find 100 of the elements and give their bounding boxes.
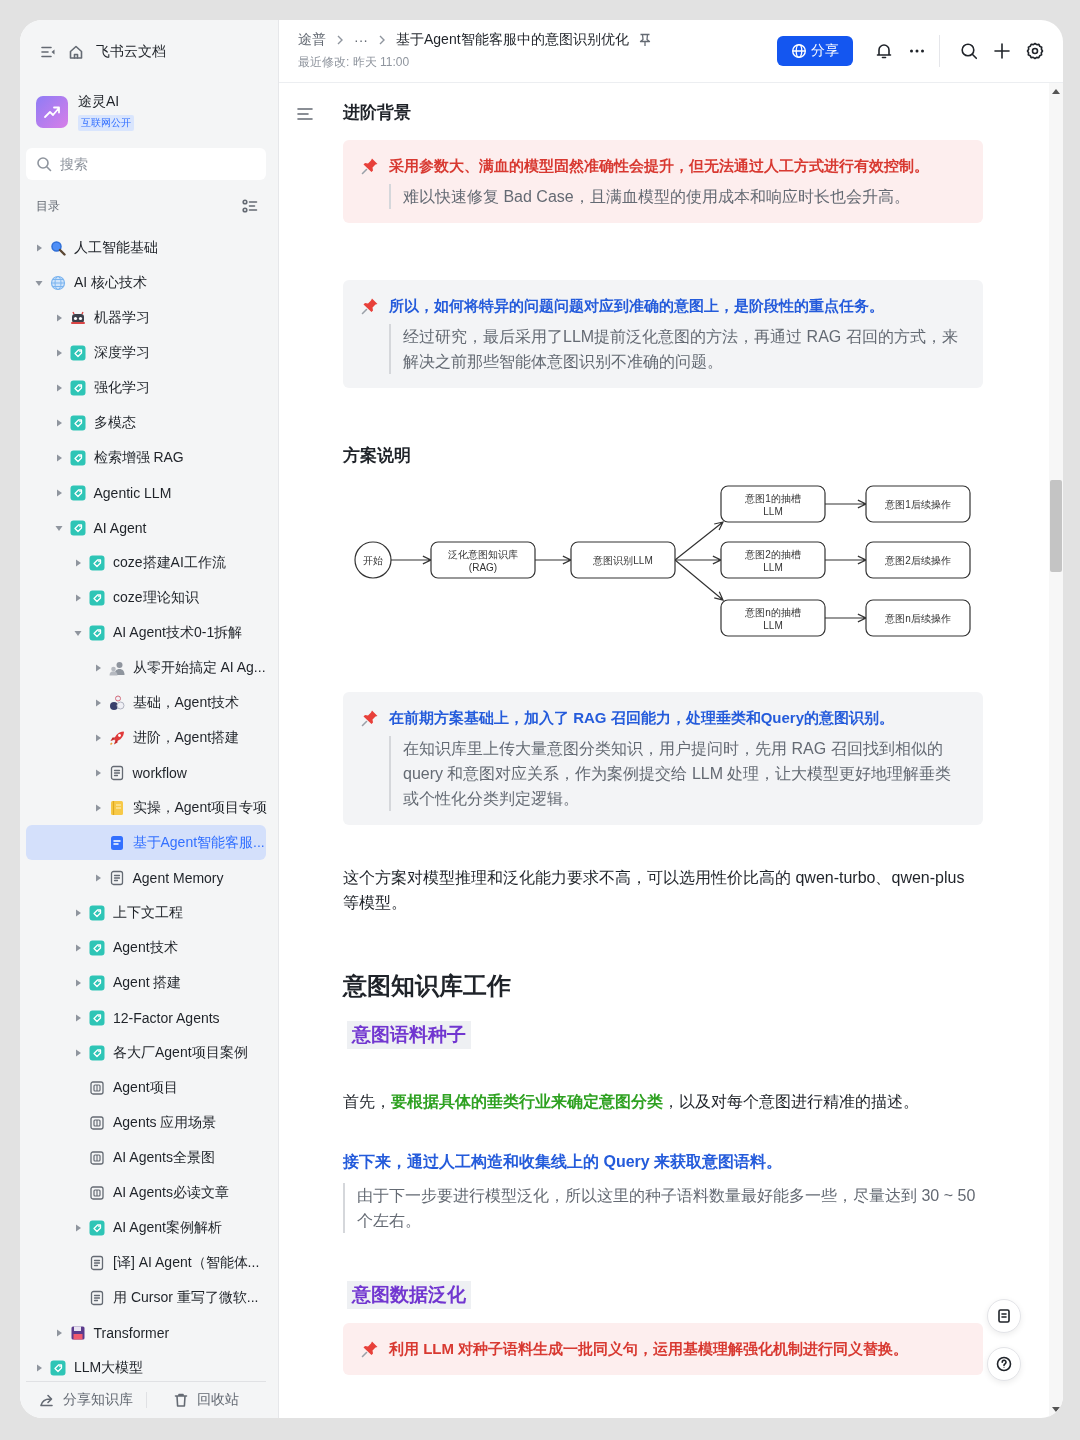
outline-icon[interactable] — [296, 105, 314, 123]
tree-item[interactable]: 各大厂Agent项目案例 — [26, 1035, 266, 1070]
tree-item[interactable]: 检索增强 RAG — [26, 440, 266, 475]
expand-arrow-icon[interactable] — [74, 943, 82, 952]
tree-item[interactable]: Agent项目 — [26, 1070, 266, 1105]
diagram-node: 意图1后续操作 — [865, 485, 971, 523]
expand-arrow-icon[interactable] — [74, 908, 82, 917]
tree-item[interactable]: coze搭建AI工作流 — [26, 545, 266, 580]
tree-item[interactable]: 强化学习 — [26, 370, 266, 405]
scroll-thumb[interactable] — [1050, 480, 1062, 572]
tree-item[interactable]: AI Agents全景图 — [26, 1140, 266, 1175]
toc-label: 目录 — [36, 197, 60, 215]
expand-arrow-icon[interactable] — [54, 383, 63, 392]
tree-item[interactable]: [译] AI Agent（智能体... — [26, 1245, 266, 1280]
tree-item[interactable]: 从零开始搞定 AI Ag... — [26, 650, 266, 685]
expand-arrow-icon[interactable] — [35, 243, 43, 252]
help-button[interactable] — [987, 1347, 1021, 1381]
expand-arrow-icon[interactable] — [54, 1328, 63, 1337]
tree-item[interactable]: workflow — [26, 755, 266, 790]
notebook-icon — [108, 799, 125, 816]
tree-item[interactable]: Agent 搭建 — [26, 965, 266, 1000]
scroll-down-arrow-icon[interactable] — [1052, 1407, 1060, 1412]
tree-item[interactable]: LLM大模型 — [26, 1350, 266, 1381]
tag-icon — [89, 1044, 105, 1061]
board-icon — [89, 1149, 105, 1166]
document-button[interactable] — [987, 1299, 1021, 1333]
breadcrumb-link[interactable]: ··· — [354, 32, 368, 48]
tree-item[interactable]: 机器学习 — [26, 300, 266, 335]
home-icon[interactable] — [68, 44, 84, 60]
search-field[interactable]: 搜索 — [26, 148, 266, 180]
share-icon — [38, 1392, 55, 1408]
app-title[interactable]: 飞书云文档 — [96, 43, 166, 61]
magnifier-icon — [50, 239, 66, 256]
expand-arrow-icon[interactable] — [54, 348, 63, 357]
tree-item[interactable]: Agents 应用场景 — [26, 1105, 266, 1140]
expand-arrow-icon[interactable] — [93, 733, 102, 742]
document-icon — [108, 764, 125, 781]
tree-item[interactable]: 进阶，Agent搭建 — [26, 720, 266, 755]
tree-item[interactable]: Agent技术 — [26, 930, 266, 965]
scrollbar[interactable] — [1049, 83, 1063, 1418]
tree-item[interactable]: 多模态 — [26, 405, 266, 440]
pin-icon[interactable] — [638, 33, 651, 47]
tree-item[interactable]: 上下文工程 — [26, 895, 266, 930]
collapse-sidebar-icon[interactable] — [40, 44, 56, 60]
tree-item[interactable]: AI Agent技术0-1拆解 — [26, 615, 266, 650]
bell-icon[interactable] — [874, 42, 893, 60]
pushpin-icon — [361, 157, 379, 175]
search-icon[interactable] — [959, 42, 978, 60]
tree-item[interactable]: 基础，Agent技术 — [26, 685, 266, 720]
tree-item[interactable]: Agentic LLM — [26, 475, 266, 510]
tree-item[interactable]: Transformer — [26, 1315, 266, 1350]
scroll-up-arrow-icon[interactable] — [1052, 89, 1060, 94]
tree-item[interactable]: AI Agent — [26, 510, 266, 545]
tree-item[interactable]: 实操，Agent项目专项 — [26, 790, 266, 825]
section-heading: 进阶背景 — [343, 103, 412, 123]
expand-arrow-icon[interactable] — [93, 768, 102, 777]
plus-icon[interactable] — [992, 42, 1011, 60]
expand-arrow-icon[interactable] — [93, 873, 102, 882]
tree-item[interactable]: AI Agents必读文章 — [26, 1175, 266, 1210]
settings-icon[interactable] — [1025, 42, 1044, 60]
expand-arrow-icon[interactable] — [54, 488, 63, 497]
expand-arrow-icon[interactable] — [54, 313, 63, 322]
breadcrumb-link[interactable]: 途普 — [298, 31, 326, 49]
last-modified: 最近修改: 昨天 11:00 — [298, 54, 411, 71]
share-button[interactable]: 分享 — [777, 36, 853, 66]
expand-arrow-icon[interactable] — [74, 978, 82, 987]
expand-arrow-icon[interactable] — [74, 593, 82, 602]
tree-item[interactable]: coze理论知识 — [26, 580, 266, 615]
tree-item[interactable]: 人工智能基础 — [26, 230, 266, 265]
expand-arrow-icon[interactable] — [35, 1363, 43, 1372]
highlighted-heading: 意图数据泛化 — [347, 1281, 471, 1309]
expand-arrow-icon[interactable] — [74, 558, 82, 567]
tree-item[interactable]: 12-Factor Agents — [26, 1000, 266, 1035]
tree-item[interactable]: AI Agent案例解析 — [26, 1210, 266, 1245]
callout-text: 在知识库里上传大量意图分类知识，用户提问时，先用 RAG 召回找到相似的 query 和意图对应关系，作为案例提交给 LLM 处理，让大模型更好地理解垂类或个性化分类判定逻辑。 — [389, 736, 963, 811]
robot-icon — [69, 309, 86, 326]
diagram-node: 意图2的抽槽 LLM — [720, 541, 826, 579]
expand-arrow-icon[interactable] — [35, 278, 43, 287]
tree-item[interactable]: Agent Memory — [26, 860, 266, 895]
diagram-node: 意图1的抽槽 LLM — [720, 485, 826, 523]
expand-arrow-icon[interactable] — [74, 1013, 82, 1022]
tree-item[interactable]: AI 核心技术 — [26, 265, 266, 300]
tree-item[interactable]: 用 Cursor 重写了微软... — [26, 1280, 266, 1315]
tree-item[interactable]: 深度学习 — [26, 335, 266, 370]
share-space-button[interactable]: 分享知识库 — [26, 1385, 146, 1415]
expand-arrow-icon[interactable] — [93, 663, 102, 672]
expand-arrow-icon[interactable] — [54, 523, 63, 532]
expand-arrow-icon[interactable] — [54, 453, 63, 462]
globe-icon — [50, 274, 66, 291]
expand-arrow-icon[interactable] — [74, 628, 82, 637]
tag-icon — [69, 344, 86, 361]
trash-button[interactable]: 回收站 — [146, 1385, 266, 1415]
expand-arrow-icon[interactable] — [93, 803, 102, 812]
list-icon[interactable] — [242, 198, 258, 214]
diagram-node: 泛化意图知识库 (RAG) — [430, 541, 536, 579]
expand-arrow-icon[interactable] — [74, 1223, 82, 1232]
expand-arrow-icon[interactable] — [74, 1048, 82, 1057]
expand-arrow-icon[interactable] — [93, 698, 102, 707]
expand-arrow-icon[interactable] — [54, 418, 63, 427]
connector-arrow — [824, 555, 868, 565]
